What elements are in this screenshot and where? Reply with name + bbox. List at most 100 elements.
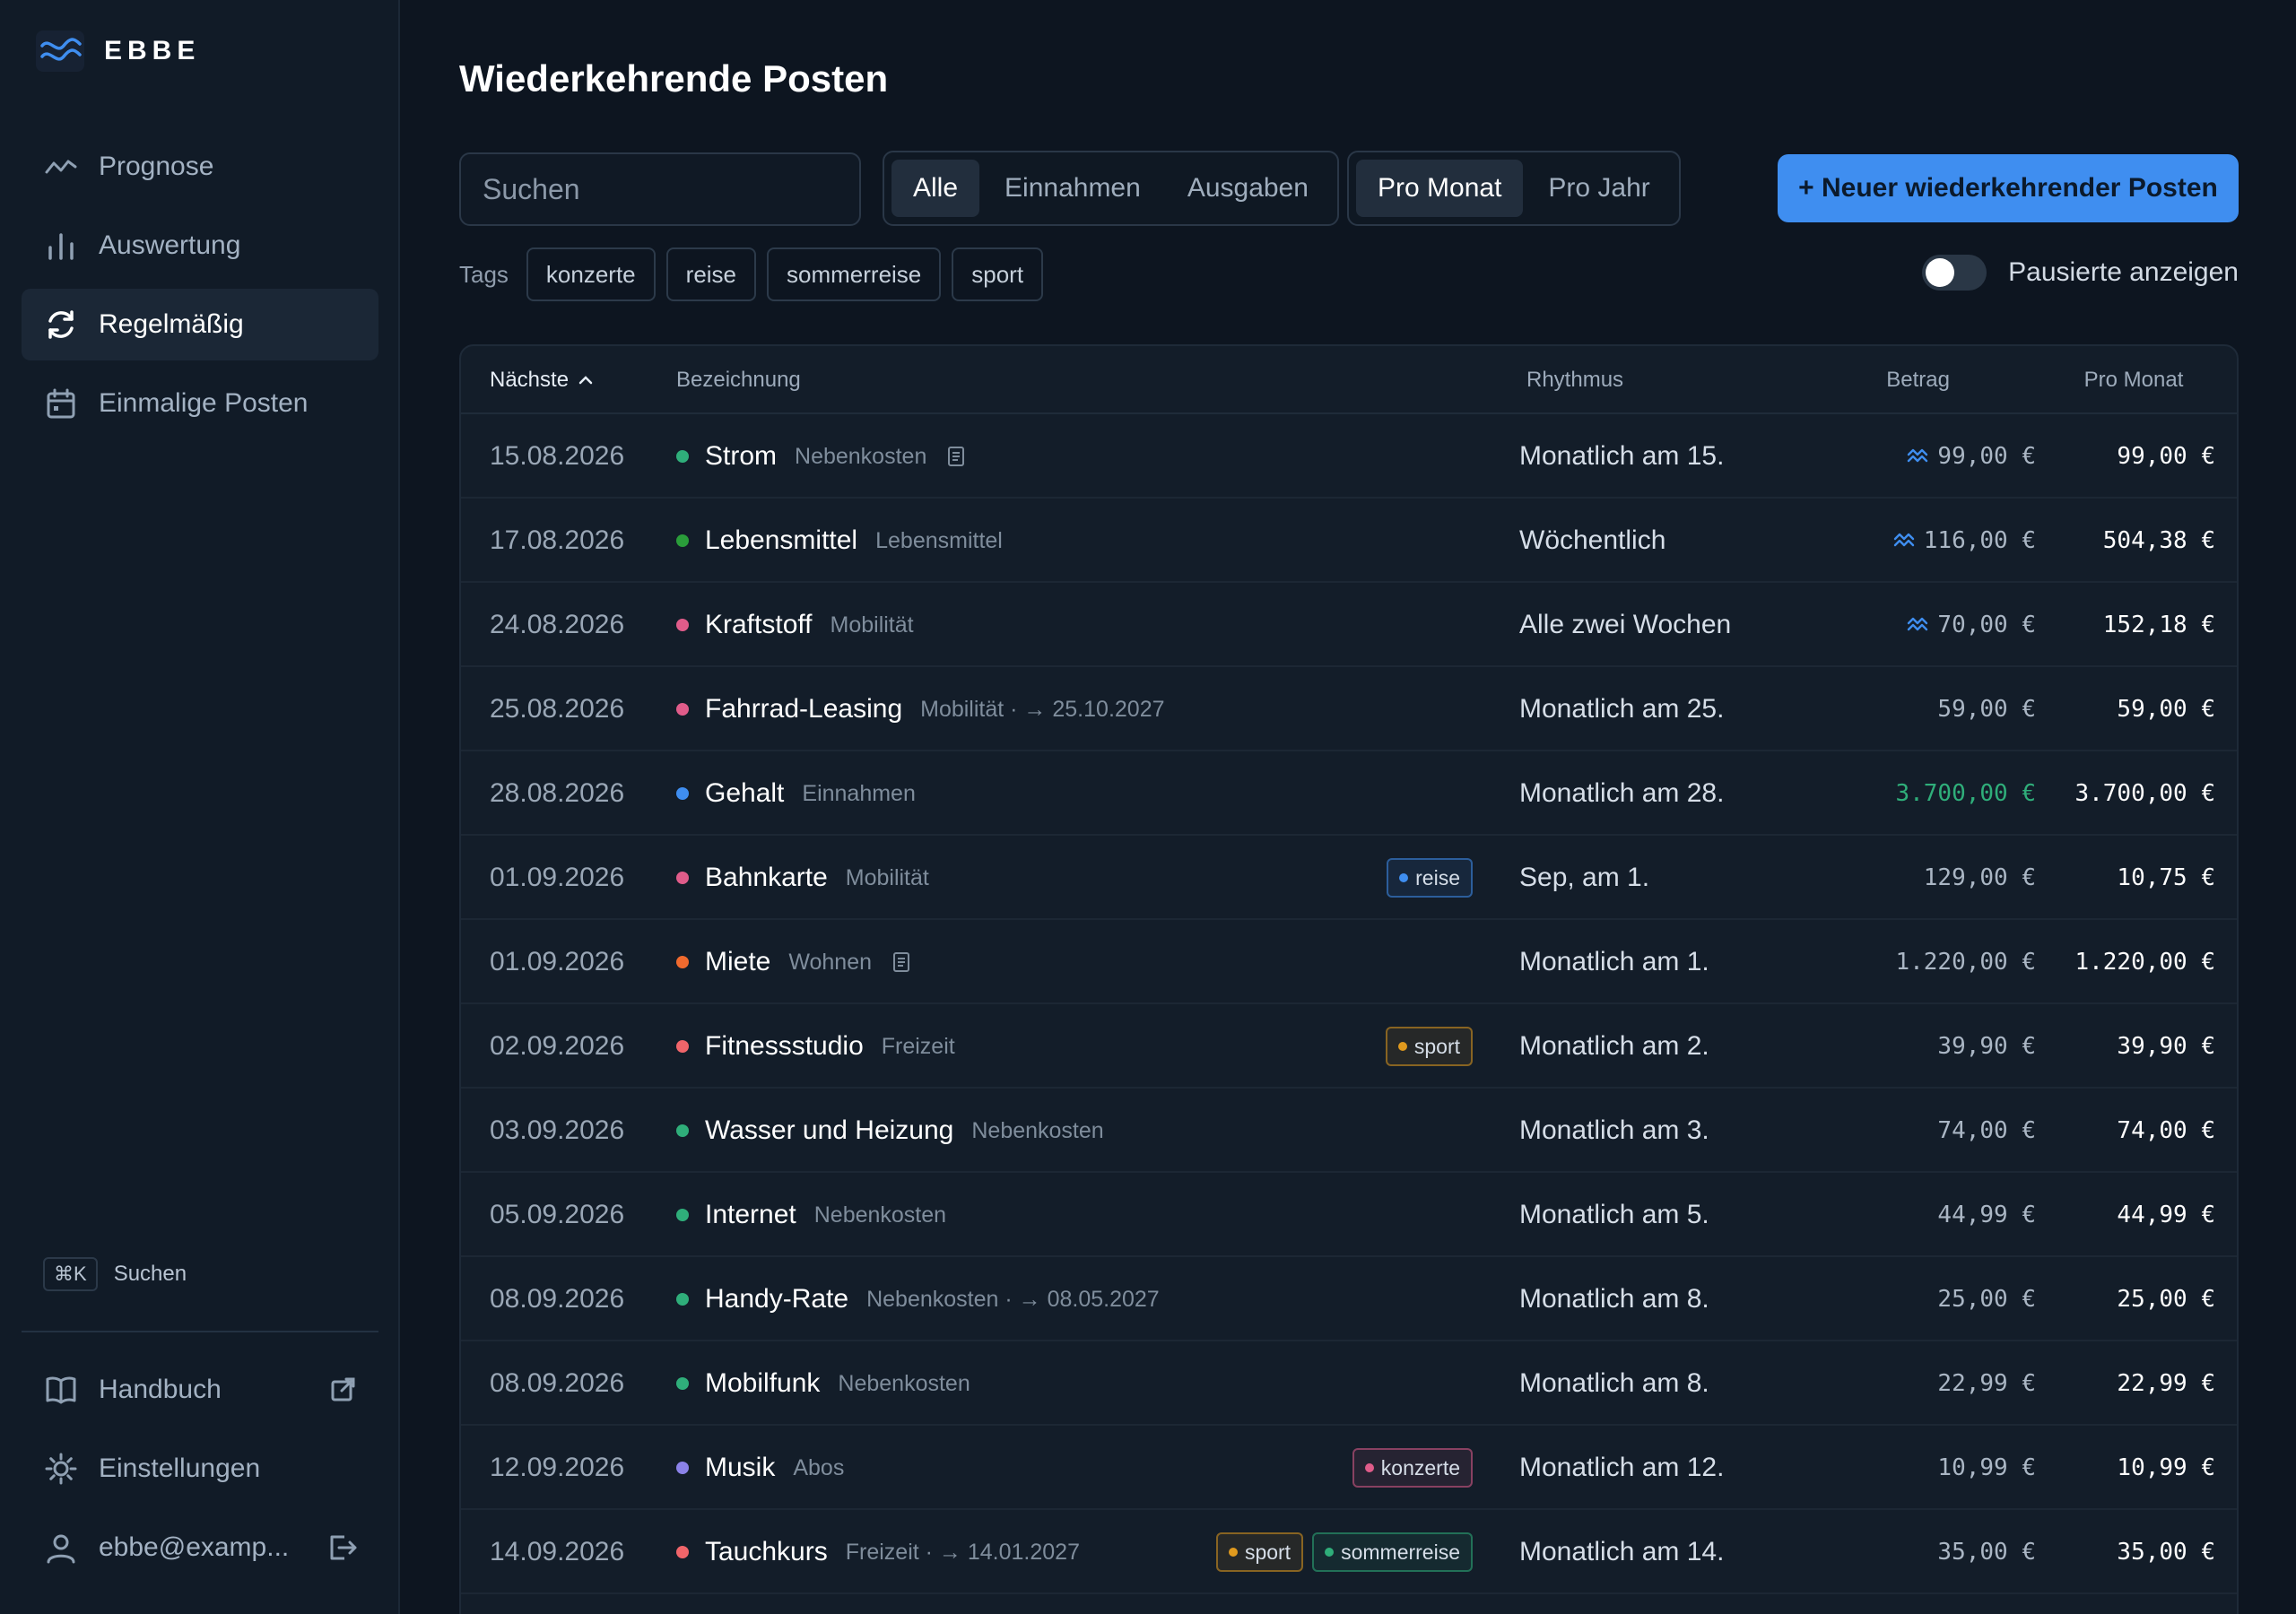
item-name: Internet	[705, 1200, 796, 1229]
paused-toggle-label: Pausierte anzeigen	[2008, 257, 2239, 287]
period-pro-jahr[interactable]: Pro Jahr	[1526, 160, 1671, 217]
item-amount-cell: 25,00 €	[1937, 1257, 2036, 1341]
brand[interactable]: EBBE	[36, 30, 200, 72]
item-amount: 70,00 €	[1937, 612, 2036, 638]
wave-logo-icon	[36, 30, 84, 72]
item-category: Abos	[793, 1454, 845, 1480]
table-row[interactable]: 17.08.2026 Lebensmittel Lebensmittel Wöchen…	[461, 499, 2237, 583]
nav-item-einmalige-posten[interactable]: Einmalige Posten	[22, 368, 378, 439]
item-category: Einnahmen	[802, 780, 916, 806]
col-header-next[interactable]: Nächste	[490, 368, 594, 393]
table-row[interactable]: 25.08.2026 Fahrrad-Leasing Mobilität · → 2…	[461, 667, 2237, 751]
row-tag-label: sommerreise	[1341, 1540, 1460, 1564]
next-date: 24.08.2026	[490, 610, 625, 639]
tag-chip-reise[interactable]: reise	[665, 247, 757, 301]
account-item[interactable]: ebbe@examp...	[22, 1512, 378, 1584]
item-monthly: 44,99 €	[2117, 1202, 2215, 1228]
table-row[interactable]: 05.09.2026 Internet Nebenkosten Monatlich a…	[461, 1173, 2237, 1257]
item-amount: 35,00 €	[1937, 1539, 2036, 1566]
category-dot	[676, 956, 689, 968]
item-name-cell: Internet Nebenkosten	[676, 1173, 946, 1257]
table-row[interactable]: 14.09.2026 Tauchkurs Freizeit · → 14.01.20…	[461, 1510, 2237, 1594]
item-amount-cell: 99,00 €	[1907, 414, 2036, 499]
table-row[interactable]: 01.09.2026 Miete Wohnen Monatlich am 1. 1.22…	[461, 920, 2237, 1004]
item-name-cell: Kraftstoff Mobilität	[676, 583, 914, 667]
item-name: Mobilfunk	[705, 1368, 821, 1398]
next-date: 03.09.2026	[490, 1115, 625, 1145]
toggle-knob	[1926, 258, 1955, 287]
nav-label: Einstellungen	[99, 1453, 261, 1483]
item-amount-cell: 129,00 €	[1924, 836, 2036, 920]
item-rhythm: Monatlich am 14.	[1519, 1537, 1725, 1566]
book-icon	[43, 1372, 79, 1408]
period-pro-monat[interactable]: Pro Monat	[1356, 160, 1524, 217]
item-category: Nebenkosten	[838, 1370, 970, 1396]
period-filter: Pro Monat Pro Jahr	[1347, 151, 1681, 226]
category-dot	[676, 1040, 689, 1053]
next-date: 01.09.2026	[490, 863, 625, 892]
filter-ausgaben[interactable]: Ausgaben	[1166, 160, 1330, 217]
nav-item-auswertung[interactable]: Auswertung	[22, 210, 378, 282]
row-tag[interactable]: sommerreise	[1312, 1532, 1473, 1572]
item-rhythm: Monatlich am 1.	[1519, 947, 1709, 976]
item-name: Kraftstoff	[705, 610, 813, 639]
col-header-monthly[interactable]: Pro Monat	[2048, 368, 2219, 393]
item-monthly: 504,38 €	[2102, 527, 2215, 554]
item-name: Gehalt	[705, 778, 785, 808]
nav-item-einstellungen[interactable]: Einstellungen	[22, 1433, 378, 1505]
item-name-cell: Fahrrad-Leasing Mobilität · → 25.10.2027	[676, 667, 1165, 751]
tag-chip-sport[interactable]: sport	[952, 247, 1044, 301]
row-tag[interactable]: reise	[1387, 858, 1473, 898]
item-amount: 59,00 €	[1937, 696, 2036, 723]
page-title: Wiederkehrende Posten	[459, 57, 889, 100]
type-filter: Alle Einnahmen Ausgaben	[883, 151, 1339, 226]
category-dot	[676, 1546, 689, 1558]
item-category: Freizeit · → 14.01.2027	[845, 1539, 1080, 1565]
col-header-name[interactable]: Bezeichnung	[676, 368, 801, 393]
new-recurring-item-button[interactable]: + Neuer wiederkehrender Posten	[1778, 154, 2239, 222]
table-row[interactable]: 24.08.2026 Kraftstoff Mobilität Alle zwei W…	[461, 583, 2237, 667]
item-monthly: 10,75 €	[2117, 864, 2215, 891]
item-rhythm: Sep, am 1.	[1519, 863, 1650, 892]
category-dot	[676, 872, 689, 884]
row-tag[interactable]: konzerte	[1352, 1448, 1473, 1488]
nav-label: Prognose	[99, 152, 214, 181]
nav-item-regelmaessig[interactable]: Regelmäßig	[22, 289, 378, 360]
logout-icon[interactable]	[325, 1530, 361, 1573]
item-amount: 44,99 €	[1937, 1202, 2036, 1228]
search-input[interactable]	[459, 152, 861, 226]
table-row[interactable]: 08.09.2026 Mobilfunk Nebenkosten Monatlich …	[461, 1341, 2237, 1426]
calendar-icon	[43, 386, 79, 421]
tag-chip-konzerte[interactable]: konzerte	[526, 247, 656, 301]
item-name-cell: Miete Wohnen	[676, 920, 911, 1004]
item-rhythm: Monatlich am 25.	[1519, 694, 1725, 724]
command-search[interactable]: ⌘K Suchen	[43, 1257, 187, 1291]
tag-chip-sommerreise[interactable]: sommerreise	[767, 247, 942, 301]
filter-alle[interactable]: Alle	[891, 160, 980, 217]
next-date: 02.09.2026	[490, 1031, 625, 1061]
paused-toggle[interactable]	[1922, 255, 1987, 291]
next-date: 17.08.2026	[490, 525, 625, 555]
next-date: 08.09.2026	[490, 1284, 625, 1314]
item-rhythm: Alle zwei Wochen	[1519, 610, 1732, 639]
table-row[interactable]: 01.09.2026 Bahnkarte Mobilität reise Sep, am…	[461, 836, 2237, 920]
table-row[interactable]: 08.09.2026 Handy-Rate Nebenkosten · → 08.0…	[461, 1257, 2237, 1341]
filter-einnahmen[interactable]: Einnahmen	[983, 160, 1162, 217]
item-rhythm: Monatlich am 12.	[1519, 1453, 1725, 1482]
table-row[interactable]: 03.09.2026 Wasser und Heizung Nebenkosten M…	[461, 1089, 2237, 1173]
category-dot	[676, 534, 689, 547]
nav-item-handbuch[interactable]: Handbuch	[22, 1354, 378, 1426]
item-name-cell: Tauchkurs Freizeit · → 14.01.2027	[676, 1510, 1080, 1594]
table-row[interactable]: 28.08.2026 Gehalt Einnahmen Monatlich am 28…	[461, 751, 2237, 836]
trend-icon	[43, 149, 79, 185]
nav-item-prognose[interactable]: Prognose	[22, 131, 378, 203]
table-row[interactable]: 15.08.2026 Strom Nebenkosten Monatlich am 1…	[461, 414, 2237, 499]
row-tag[interactable]: sport	[1215, 1532, 1304, 1572]
table-row[interactable]: 12.09.2026 Musik Abos konzerte Monatlich am …	[461, 1426, 2237, 1510]
recurring-items-table: Nächste Bezeichnung Rhythmus Betrag Pro …	[459, 344, 2239, 1614]
row-tag[interactable]: sport	[1385, 1027, 1473, 1066]
table-row[interactable]: 02.09.2026 Fitnessstudio Freizeit sport Mona…	[461, 1004, 2237, 1089]
sidebar: EBBE Prognose Auswertung Regelmäßig Einm…	[0, 0, 400, 1614]
item-rhythm: Wöchentlich	[1519, 525, 1666, 555]
nav-label: Einmalige Posten	[99, 388, 309, 418]
